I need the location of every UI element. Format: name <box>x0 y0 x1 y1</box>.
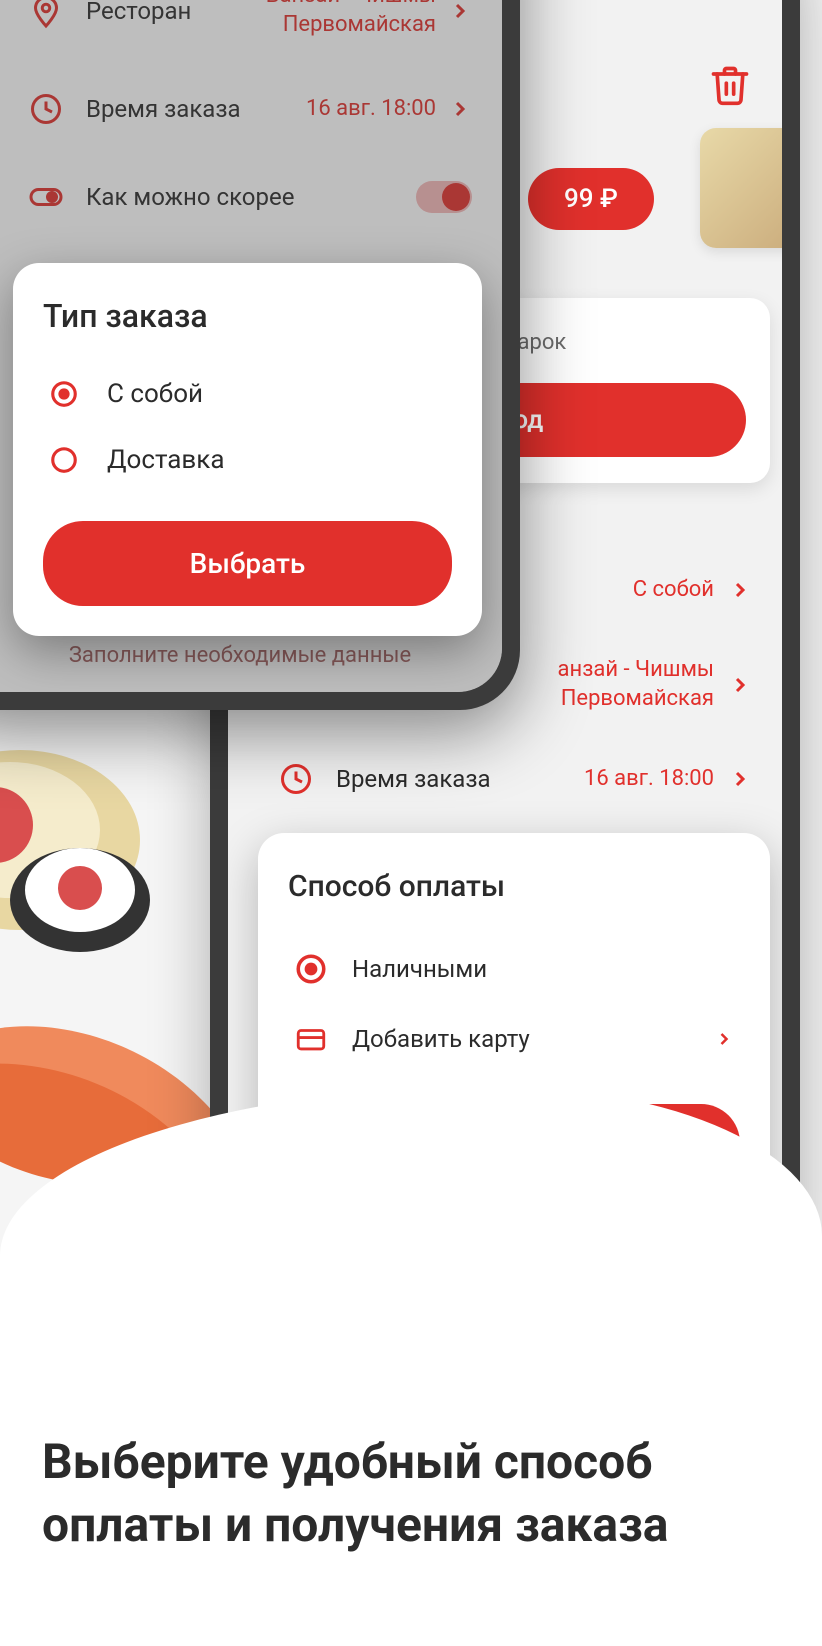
option-label: С собой <box>107 379 203 409</box>
order-type-modal: Тип заказа С собой Доставка Выбрать <box>13 263 482 636</box>
row-order-time[interactable]: Время заказа 16 авг. 18:00 <box>278 737 752 821</box>
option-cash[interactable]: Наличными <box>288 934 740 1004</box>
phone-mock-1: Тип заказа С собой Ресторан Банзай - Чиш… <box>0 0 520 710</box>
option-label: Наличными <box>352 955 734 983</box>
option-label: Доставка <box>107 445 225 475</box>
option-delivery[interactable]: Доставка <box>43 427 452 493</box>
chevron-right-icon <box>714 1029 734 1049</box>
row-label: Время заказа <box>336 765 584 793</box>
modal-title: Тип заказа <box>43 297 452 335</box>
card-icon <box>294 1022 328 1056</box>
chevron-right-icon <box>728 578 752 602</box>
select-button[interactable]: Выбрать <box>43 521 452 606</box>
trash-icon[interactable] <box>708 63 752 107</box>
clock-icon <box>278 761 314 797</box>
marketing-headline: Выберите удобный способ оплаты и получен… <box>42 1431 792 1556</box>
chevron-right-icon <box>728 673 752 697</box>
radio-selected-icon <box>294 952 328 986</box>
modal-title: Способ оплаты <box>288 869 740 904</box>
bottom-panel <box>0 1086 822 1646</box>
chevron-right-icon <box>728 767 752 791</box>
option-add-card[interactable]: Добавить карту <box>288 1004 740 1074</box>
radio-selected-icon <box>49 379 79 409</box>
radio-unselected-icon <box>49 445 79 475</box>
option-label: Добавить карту <box>352 1025 714 1053</box>
row-value: С собой <box>633 576 714 605</box>
option-takeaway[interactable]: С собой <box>43 361 452 427</box>
row-value: 16 авг. 18:00 <box>584 765 714 794</box>
price-badge: 99 ₽ <box>528 168 654 230</box>
food-thumbnail <box>700 128 782 248</box>
price-text: 99 ₽ <box>564 184 618 214</box>
